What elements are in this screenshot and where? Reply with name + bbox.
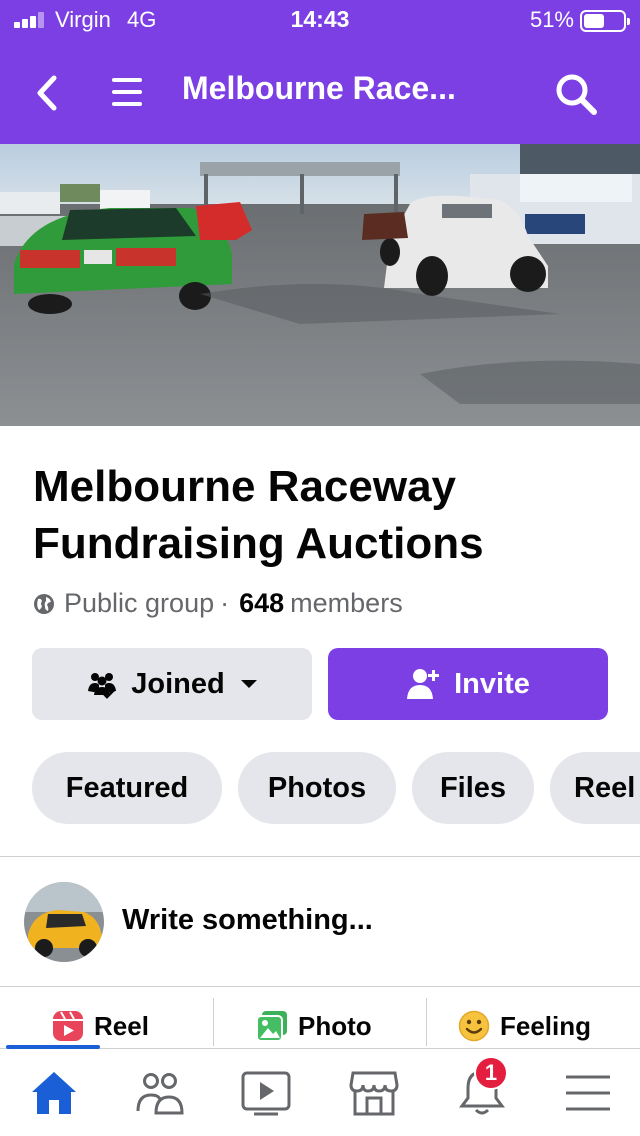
avatar-image xyxy=(24,882,104,962)
reel-icon xyxy=(53,1011,83,1041)
tab-label: Files xyxy=(439,771,507,804)
tab-label: Photos xyxy=(267,771,367,804)
battery-icon xyxy=(580,10,630,32)
group-name: Melbourne Raceway Fundraising Auctions xyxy=(33,462,484,568)
marketplace-icon xyxy=(349,1071,399,1116)
notification-badge: 1 xyxy=(474,1056,508,1090)
menu-icon xyxy=(566,1075,610,1111)
members-label: members xyxy=(290,588,403,618)
tab-label: Reel xyxy=(574,771,636,804)
reel-label: Reel xyxy=(94,1010,149,1041)
status-bar: Virgin 4G 14:43 51% xyxy=(0,0,640,40)
battery-percent: 51% xyxy=(529,7,574,32)
groups-icon xyxy=(136,1073,184,1115)
nav-groups[interactable] xyxy=(130,1063,190,1123)
smiley-icon xyxy=(458,1010,490,1042)
composer-separator xyxy=(426,998,427,1046)
photo-label: Photo xyxy=(298,1010,372,1041)
menu-button[interactable] xyxy=(108,72,146,112)
bottom-nav xyxy=(0,1045,640,1136)
cover-image xyxy=(0,144,640,426)
hamburger-icon xyxy=(112,78,142,82)
composer-photo-button[interactable]: Photo xyxy=(256,1004,372,1048)
invite-label: Invite xyxy=(454,667,530,700)
group-meta: Public group · 648 members xyxy=(32,588,403,619)
video-icon xyxy=(241,1071,291,1116)
add-person-icon xyxy=(407,669,440,699)
chevron-left-icon xyxy=(37,75,57,111)
avatar[interactable] xyxy=(24,882,104,962)
joined-group-icon xyxy=(88,673,117,699)
nav-menu[interactable] xyxy=(558,1063,618,1123)
group-privacy: Public group xyxy=(64,588,215,618)
tab-photos[interactable]: Photos xyxy=(238,752,396,824)
tab-featured[interactable]: Featured xyxy=(32,752,222,824)
joined-button[interactable]: Joined xyxy=(32,648,312,720)
section-divider xyxy=(0,856,640,857)
tab-label: Featured xyxy=(65,771,189,804)
composer-divider xyxy=(0,986,640,987)
home-icon xyxy=(32,1072,76,1114)
joined-label: Joined xyxy=(131,667,225,700)
globe-icon xyxy=(34,593,54,614)
nav-video[interactable] xyxy=(236,1063,296,1123)
nav-home[interactable] xyxy=(24,1063,84,1123)
invite-button[interactable]: Invite xyxy=(328,648,608,720)
search-icon xyxy=(556,74,597,115)
meta-separator: · xyxy=(220,588,230,618)
back-button[interactable] xyxy=(30,70,66,116)
header-title: Melbourne Race... xyxy=(182,70,456,106)
feeling-label: Feeling xyxy=(500,1010,592,1041)
composer-reel-button[interactable]: Reel xyxy=(52,1004,149,1048)
photo-icon xyxy=(256,1011,287,1042)
composer-input[interactable]: Write something... xyxy=(122,904,373,937)
search-button[interactable] xyxy=(552,70,600,118)
top-bar: Virgin 4G 14:43 51% Melbourne Race... xyxy=(0,0,640,144)
cover-photo[interactable] xyxy=(0,144,640,426)
nav-marketplace[interactable] xyxy=(344,1063,404,1123)
caret-down-icon xyxy=(240,680,257,688)
tab-files[interactable]: Files xyxy=(412,752,534,824)
member-count: 648 xyxy=(239,588,285,618)
composer-feeling-button[interactable]: Feeling xyxy=(458,1004,591,1048)
composer-separator xyxy=(213,998,214,1046)
active-tab-indicator xyxy=(6,1045,100,1049)
tab-reel[interactable]: Reel xyxy=(550,752,640,824)
